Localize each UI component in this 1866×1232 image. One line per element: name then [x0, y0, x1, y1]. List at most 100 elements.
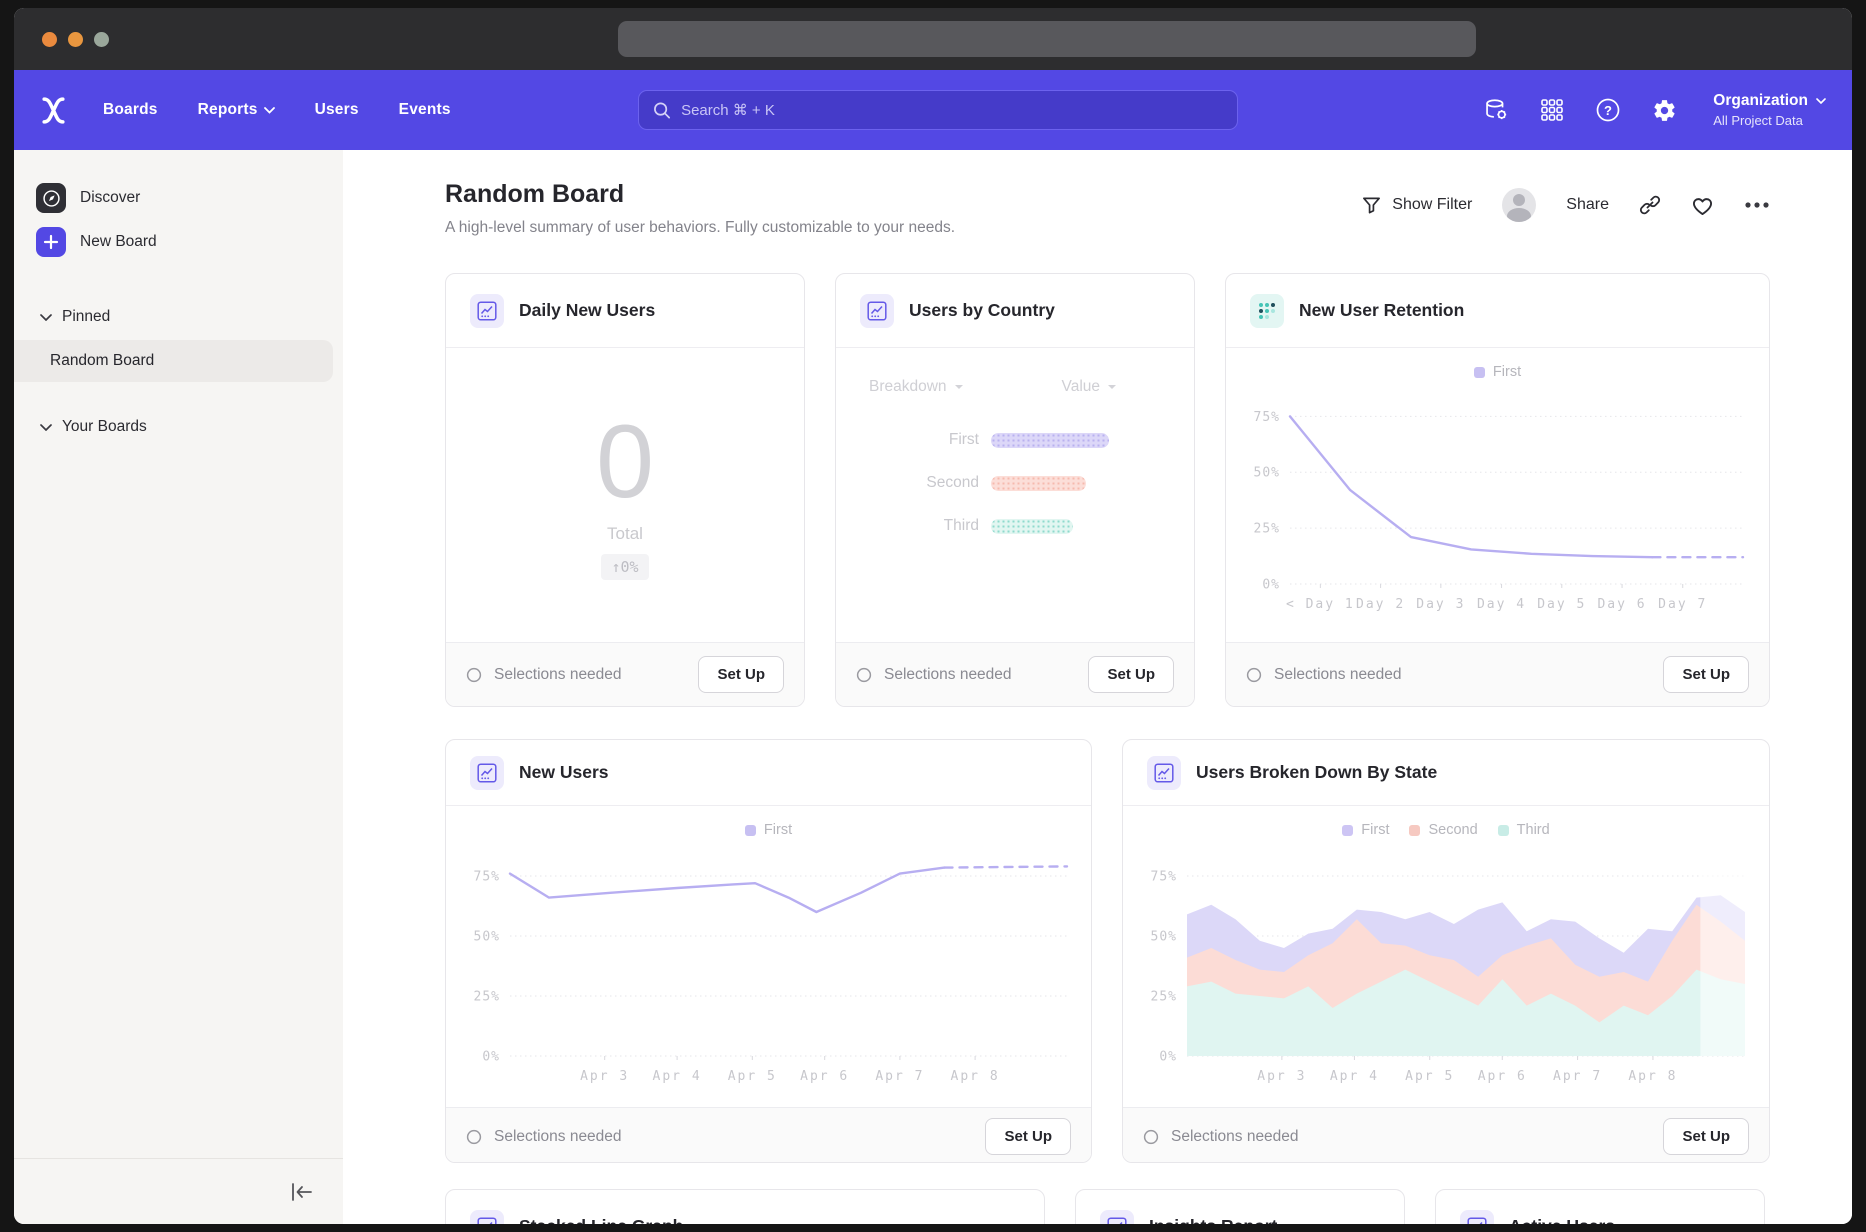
- line-chart-icon: [470, 756, 504, 790]
- line-chart-icon: [860, 294, 894, 328]
- bar-label: Second: [836, 474, 979, 492]
- sidebar-section-label: Pinned: [62, 308, 110, 326]
- sidebar-item-random-board[interactable]: Random Board: [14, 340, 333, 382]
- window-zoom-button[interactable]: [94, 32, 109, 47]
- collapse-sidebar-icon[interactable]: [291, 1183, 313, 1201]
- nav-item-label: Events: [399, 101, 451, 119]
- value-dropdown[interactable]: Value: [1062, 378, 1118, 396]
- nav-right: ? Organization All Project Data: [1483, 70, 1826, 150]
- dropdown-label: Breakdown: [869, 378, 947, 396]
- legend-label: First: [1361, 822, 1389, 838]
- settings-gear-icon[interactable]: [1651, 97, 1677, 123]
- legend-swatch: [1342, 825, 1353, 836]
- svg-text:Apr 4: Apr 4: [653, 1069, 702, 1084]
- card-title: Users Broken Down By State: [1196, 762, 1437, 783]
- show-filter-label: Show Filter: [1392, 196, 1472, 214]
- svg-text:50%: 50%: [474, 930, 500, 945]
- sidebar-footer: [14, 1158, 343, 1224]
- set-up-button[interactable]: Set Up: [1663, 1118, 1749, 1155]
- nav-items: Boards Reports Users Events: [103, 101, 451, 119]
- copy-link-button[interactable]: [1639, 194, 1661, 216]
- line-chart-icon: [1147, 756, 1181, 790]
- sidebar-item-label: Discover: [80, 189, 140, 207]
- card-active-users: Active Users: [1435, 1189, 1765, 1224]
- card-insights-report: Insights Report: [1075, 1189, 1405, 1224]
- card-new-user-retention: New User Retention First 75%50%25%0%< Da…: [1225, 273, 1770, 707]
- legend-label: Second: [1428, 822, 1477, 838]
- svg-text:Day 7: Day 7: [1658, 597, 1707, 612]
- data-management-icon[interactable]: [1483, 97, 1509, 123]
- status-circle-icon: [466, 667, 482, 683]
- chevron-down-icon: [1816, 98, 1826, 104]
- global-search[interactable]: [638, 90, 1238, 130]
- org-switcher[interactable]: Organization All Project Data: [1713, 92, 1826, 128]
- sidebar-section-label: Your Boards: [62, 418, 147, 436]
- plus-icon: [36, 227, 66, 257]
- more-options-button[interactable]: [1744, 201, 1770, 209]
- nav-item-users[interactable]: Users: [315, 101, 359, 119]
- window-close-button[interactable]: [42, 32, 57, 47]
- svg-text:Day 3: Day 3: [1416, 597, 1465, 612]
- heart-icon: [1691, 195, 1714, 216]
- card-title: Daily New Users: [519, 300, 655, 321]
- status-text: Selections needed: [494, 1128, 622, 1146]
- org-scope: All Project Data: [1713, 113, 1826, 128]
- svg-text:Apr 7: Apr 7: [875, 1069, 924, 1084]
- bar-label: Third: [836, 517, 979, 535]
- sidebar-item-new-board[interactable]: New Board: [14, 220, 343, 264]
- set-up-button[interactable]: Set Up: [698, 656, 784, 693]
- mixpanel-logo-icon[interactable]: [40, 96, 67, 125]
- apps-grid-icon[interactable]: [1539, 97, 1565, 123]
- address-bar[interactable]: [618, 21, 1476, 57]
- breakdown-dropdown[interactable]: Breakdown: [869, 378, 964, 396]
- sidebar-item-discover[interactable]: Discover: [14, 176, 343, 220]
- legend-swatch: [745, 825, 756, 836]
- metric-label: Total: [607, 524, 643, 544]
- sidebar-section-your-boards[interactable]: Your Boards: [14, 412, 343, 442]
- favorite-button[interactable]: [1691, 195, 1714, 216]
- avatar[interactable]: [1502, 188, 1536, 222]
- sidebar: Discover New Board Pinned Random Board Y…: [14, 150, 343, 1224]
- set-up-button[interactable]: Set Up: [1663, 656, 1749, 693]
- card-users-by-country: Users by Country Breakdown Value: [835, 273, 1195, 707]
- show-filter-button[interactable]: Show Filter: [1361, 195, 1472, 215]
- line-chart-icon: [1100, 1210, 1134, 1225]
- set-up-button[interactable]: Set Up: [985, 1118, 1071, 1155]
- chevron-down-icon: [1107, 384, 1117, 390]
- nav-item-label: Boards: [103, 101, 158, 119]
- status-text: Selections needed: [494, 666, 622, 684]
- page-title: Random Board: [445, 180, 955, 209]
- card-title: Users by Country: [909, 300, 1055, 321]
- legend-label: First: [764, 822, 792, 838]
- board-main: Random Board A high-level summary of use…: [343, 150, 1852, 1224]
- page-subtitle: A high-level summary of user behaviors. …: [445, 219, 955, 237]
- svg-text:75%: 75%: [1151, 870, 1177, 885]
- chart-legend: First: [446, 806, 1091, 838]
- chart-legend: First Second Third: [1123, 806, 1769, 838]
- window-minimize-button[interactable]: [68, 32, 83, 47]
- nav-item-reports[interactable]: Reports: [198, 101, 275, 119]
- bar-third: [991, 519, 1073, 534]
- chevron-down-icon: [40, 314, 52, 321]
- nav-item-events[interactable]: Events: [399, 101, 451, 119]
- bar-first: [991, 433, 1109, 448]
- set-up-button[interactable]: Set Up: [1088, 656, 1174, 693]
- svg-text:Apr 6: Apr 6: [1478, 1069, 1527, 1084]
- svg-text:Apr 7: Apr 7: [1553, 1069, 1602, 1084]
- nav-item-label: Users: [315, 101, 359, 119]
- sidebar-section-pinned[interactable]: Pinned: [14, 302, 343, 332]
- share-button[interactable]: Share: [1566, 196, 1609, 214]
- help-icon[interactable]: ?: [1595, 97, 1621, 123]
- svg-text:0%: 0%: [1262, 578, 1280, 593]
- search-input[interactable]: [681, 102, 1223, 119]
- svg-text:25%: 25%: [1151, 990, 1177, 1005]
- nav-item-boards[interactable]: Boards: [103, 101, 158, 119]
- svg-text:Apr 4: Apr 4: [1330, 1069, 1379, 1084]
- card-stacked-line-graph: Stacked Line Graph: [445, 1189, 1045, 1224]
- share-label: Share: [1566, 196, 1609, 214]
- org-name: Organization: [1713, 92, 1808, 110]
- svg-text:25%: 25%: [1254, 522, 1280, 537]
- svg-text:Day 6: Day 6: [1597, 597, 1646, 612]
- svg-text:Apr 3: Apr 3: [1257, 1069, 1306, 1084]
- sidebar-item-label: Random Board: [50, 352, 154, 370]
